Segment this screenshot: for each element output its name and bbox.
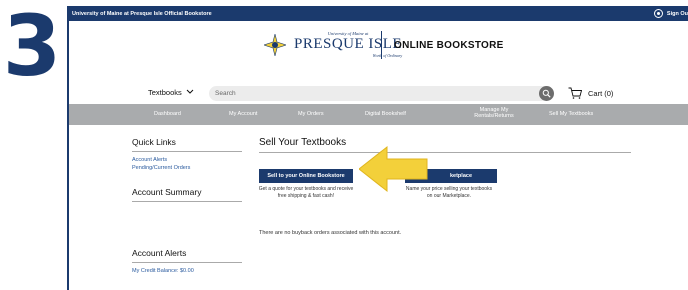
credit-balance-link[interactable]: My Credit Balance: $0.00 xyxy=(132,268,242,274)
site-header: University of Maine at PRESQUE ISLE Wort… xyxy=(69,21,688,79)
account-alerts-heading: Account Alerts xyxy=(132,248,187,258)
cart-link[interactable]: Cart (0) xyxy=(568,87,613,99)
sidebar-link-account-alerts[interactable]: Account Alerts xyxy=(132,157,242,163)
sign-out-link[interactable]: Sign Ou xyxy=(653,6,688,21)
quick-links-heading: Quick Links xyxy=(132,137,176,147)
page-title: Sell Your Textbooks xyxy=(259,137,347,148)
logo-tagline: Worth of Ordinary xyxy=(372,53,403,58)
search-row: Textbooks Search Cart (0) xyxy=(69,85,688,103)
cart-icon xyxy=(568,87,582,99)
search-button[interactable] xyxy=(539,86,554,101)
logo-text: University of Maine at PRESQUE ISLE Wort… xyxy=(294,31,402,58)
logo-big-text: PRESQUE ISLE xyxy=(294,36,403,52)
cart-label: Cart (0) xyxy=(588,88,614,98)
nav-sell-textbooks[interactable]: Sell My Textbooks xyxy=(549,111,593,117)
main-content: Sell Your Textbooks xyxy=(259,137,631,153)
divider xyxy=(132,151,242,152)
divider xyxy=(132,201,242,202)
sell-to-online-bookstore-button[interactable]: Sell to your Online Bookstore xyxy=(259,169,353,183)
store-title: ONLINE BOOKSTORE xyxy=(394,40,504,51)
step-number: 3 xyxy=(2,0,62,95)
logo-star-icon xyxy=(263,33,287,56)
account-summary-heading: Account Summary xyxy=(132,187,202,197)
browser-frame: University of Maine at Presque Isle Offi… xyxy=(67,6,688,290)
top-bar: University of Maine at Presque Isle Offi… xyxy=(69,6,688,21)
divider xyxy=(259,152,631,153)
nav-manage-rentals[interactable]: Manage My Rentals/Returns xyxy=(464,107,524,119)
no-orders-message: There are no buyback orders associated w… xyxy=(259,230,402,236)
divider xyxy=(132,262,242,263)
chevron-down-icon xyxy=(184,88,194,97)
nav-digital-bookshelf[interactable]: Digital Bookshelf xyxy=(365,111,406,117)
nav-my-orders[interactable]: My Orders xyxy=(298,111,324,117)
pointer-arrow-icon xyxy=(359,145,428,193)
textbooks-dropdown[interactable]: Textbooks xyxy=(148,88,194,97)
logo-divider xyxy=(381,31,382,59)
search-input[interactable]: Search xyxy=(209,86,549,101)
store-name: University of Maine at Presque Isle Offi… xyxy=(72,10,212,17)
sidebar-link-pending-orders[interactable]: Pending/Current Orders xyxy=(132,165,242,171)
search-icon xyxy=(542,89,551,98)
nav-my-account[interactable]: My Account xyxy=(229,111,257,117)
textbooks-dropdown-label: Textbooks xyxy=(148,88,182,97)
nav-dashboard[interactable]: Dashboard xyxy=(154,111,181,117)
account-nav: Dashboard My Account My Orders Digital B… xyxy=(69,104,688,125)
sidebar: Quick Links Account Alerts Pending/Curre… xyxy=(132,137,242,274)
sell-online-description: Get a quote for your textbooks and recei… xyxy=(258,186,354,199)
sign-out-label: Sign Ou xyxy=(666,10,688,17)
user-icon xyxy=(653,9,663,18)
